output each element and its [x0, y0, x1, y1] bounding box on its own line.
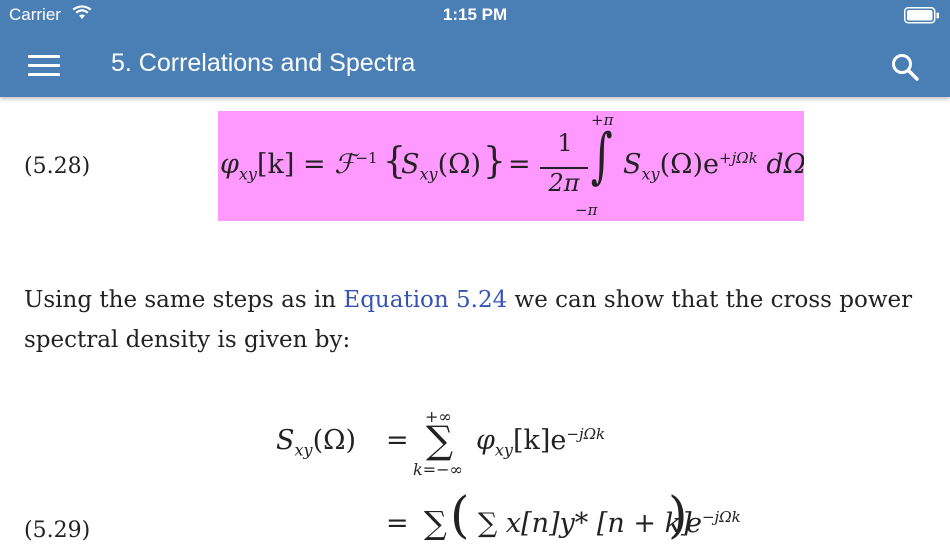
hamburger-menu-icon[interactable]	[28, 53, 60, 79]
line2-inner-sum: ∑ x[n]y* [n + k]	[478, 508, 692, 539]
page-title: 5. Correlations and Spectra	[111, 49, 416, 77]
right-brace: }	[483, 141, 506, 182]
equals-sign: =	[508, 149, 531, 180]
equation-link[interactable]: Equation 5.24	[343, 287, 507, 313]
battery-icon	[904, 7, 940, 29]
app-header: Carrier 1:15 PM 5. Correlations and Spec…	[0, 0, 950, 97]
body-paragraph: Using the same steps as in Equation 5.24…	[24, 287, 913, 353]
brace-content: Sxy(Ω)	[401, 149, 482, 184]
equation-label: (5.28)	[24, 154, 91, 179]
line2-exponential: e−jΩk	[686, 508, 741, 539]
status-bar: Carrier 1:15 PM	[0, 0, 950, 30]
equation2-line2-equals: =	[386, 508, 409, 539]
summation-sign: ∑	[426, 418, 454, 462]
equation2-equals: =	[386, 425, 409, 456]
integral-lower-limit: −π	[575, 201, 598, 219]
line2-summation: ∑	[424, 504, 447, 542]
left-paren: (	[450, 486, 470, 544]
highlighted-equation: φxy[k] = ℱ−1 { Sxy(Ω) } = 1 2π +π ∫ −π S…	[218, 111, 804, 221]
fraction-numerator: 1	[557, 129, 573, 157]
integrand: Sxy(Ω)e+jΩk dΩ	[623, 149, 804, 184]
equation2-rhs: φxy[k]e−jΩk	[476, 425, 606, 460]
search-icon[interactable]	[890, 52, 920, 86]
integral-sign: ∫	[590, 121, 613, 191]
equation-lhs: φxy[k] = ℱ−1	[220, 149, 378, 184]
status-clock: 1:15 PM	[442, 5, 508, 24]
sum-lower-limit: k=−∞	[413, 460, 463, 479]
fraction-denominator: 2π	[548, 169, 580, 197]
right-paren: )	[668, 486, 688, 544]
equation2-label: (5.29)	[24, 518, 91, 543]
equation2-lhs: Sxy(Ω)	[276, 425, 357, 460]
